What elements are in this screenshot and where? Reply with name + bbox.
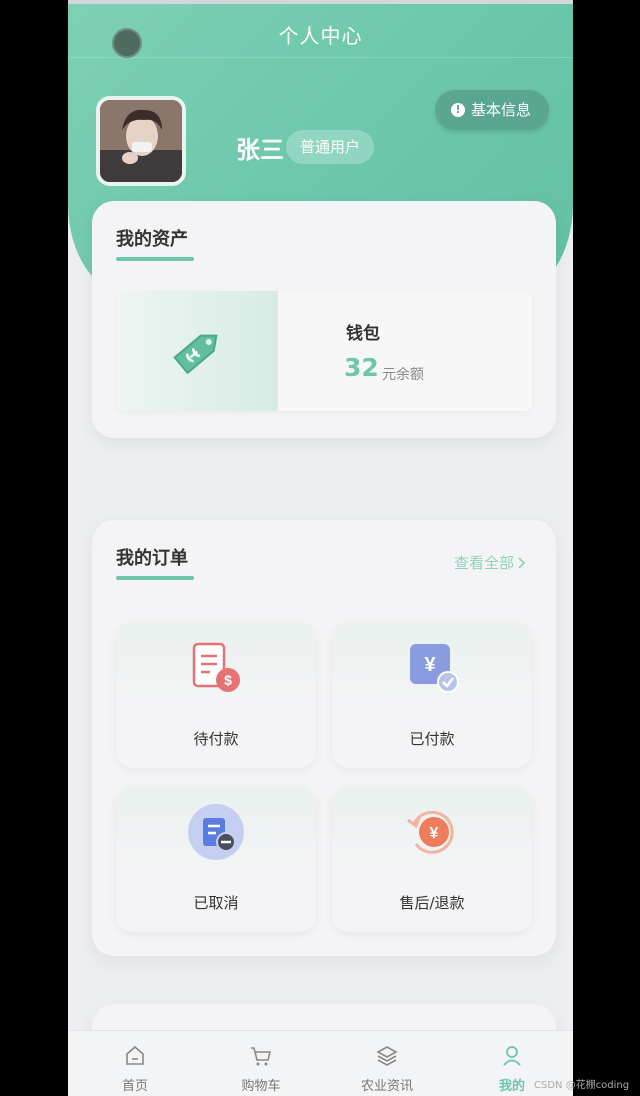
orders-title: 我的订单 [116, 548, 188, 569]
wallet-card[interactable]: 钱包 32 元余额 [116, 291, 532, 411]
svg-text:¥: ¥ [424, 654, 436, 676]
home-icon [126, 1045, 144, 1065]
order-label: 已付款 [409, 730, 455, 748]
order-cancelled[interactable]: 已取消 [116, 786, 316, 932]
tab-cart[interactable]: 购物车 [206, 1031, 316, 1096]
wallet-unit: 元余额 [382, 367, 424, 383]
tab-label: 首页 [121, 1079, 148, 1094]
order-label: 待付款 [193, 730, 239, 748]
assets-card: 我的资产 钱包 32 元余额 [92, 201, 556, 438]
title-underline [116, 257, 194, 261]
refund-icon: ¥ [407, 810, 454, 854]
tab-bar: 首页 购物车 农业资讯 我的 [68, 1030, 573, 1096]
view-all-label: 查看全部 [454, 554, 515, 572]
order-refund[interactable]: ¥ 售后/退款 [332, 786, 532, 932]
svg-text:¥: ¥ [430, 825, 439, 842]
view-all-link[interactable]: 查看全部 [454, 552, 526, 573]
nav-bar: 个人中心 [68, 4, 573, 58]
tag-icon [173, 334, 218, 375]
assets-title: 我的资产 [116, 229, 188, 250]
username: 张三 [236, 136, 284, 164]
order-pending-payment[interactable]: $ 待付款 [116, 622, 316, 768]
alert-icon: ! [451, 103, 465, 117]
page-title: 个人中心 [278, 24, 363, 48]
chevron-right-icon [518, 556, 526, 569]
user-icon [503, 1046, 521, 1066]
order-paid[interactable]: ¥ 已付款 [332, 622, 532, 768]
svg-text:$: $ [224, 672, 232, 688]
tab-home[interactable]: 首页 [80, 1031, 190, 1096]
pending-payment-icon: $ [192, 642, 240, 692]
wallet-name: 钱包 [346, 324, 380, 344]
watermark: CSDN @花棚coding [534, 1080, 630, 1091]
tab-label: 农业资讯 [360, 1079, 413, 1094]
title-underline [116, 576, 194, 580]
cart-icon [251, 1047, 272, 1066]
orders-card: 我的订单 查看全部 $ 待付款 ¥ 已付款 已取消 ¥ 售后/退款 [92, 520, 556, 956]
order-label: 售后/退款 [399, 894, 465, 912]
tab-agri-news[interactable]: 农业资讯 [332, 1031, 442, 1096]
basic-info-button[interactable]: ! 基本信息 [435, 90, 550, 130]
phone-screen: 个人中心 张三 普通用户 ! 基本信息 我的资产 钱包 32 元余额 我的订单 … [68, 0, 573, 1096]
wallet-balance: 32 [344, 353, 379, 382]
basic-info-label: 基本信息 [471, 101, 532, 119]
order-label: 已取消 [193, 894, 239, 912]
wallet-icon-area [116, 291, 278, 411]
cancelled-icon [188, 804, 244, 860]
role-badge: 普通用户 [286, 130, 375, 164]
avatar[interactable] [96, 96, 186, 186]
avatar-image [100, 100, 182, 182]
tab-label: 购物车 [241, 1079, 281, 1094]
layers-icon [376, 1046, 398, 1066]
paid-icon: ¥ [410, 644, 459, 693]
